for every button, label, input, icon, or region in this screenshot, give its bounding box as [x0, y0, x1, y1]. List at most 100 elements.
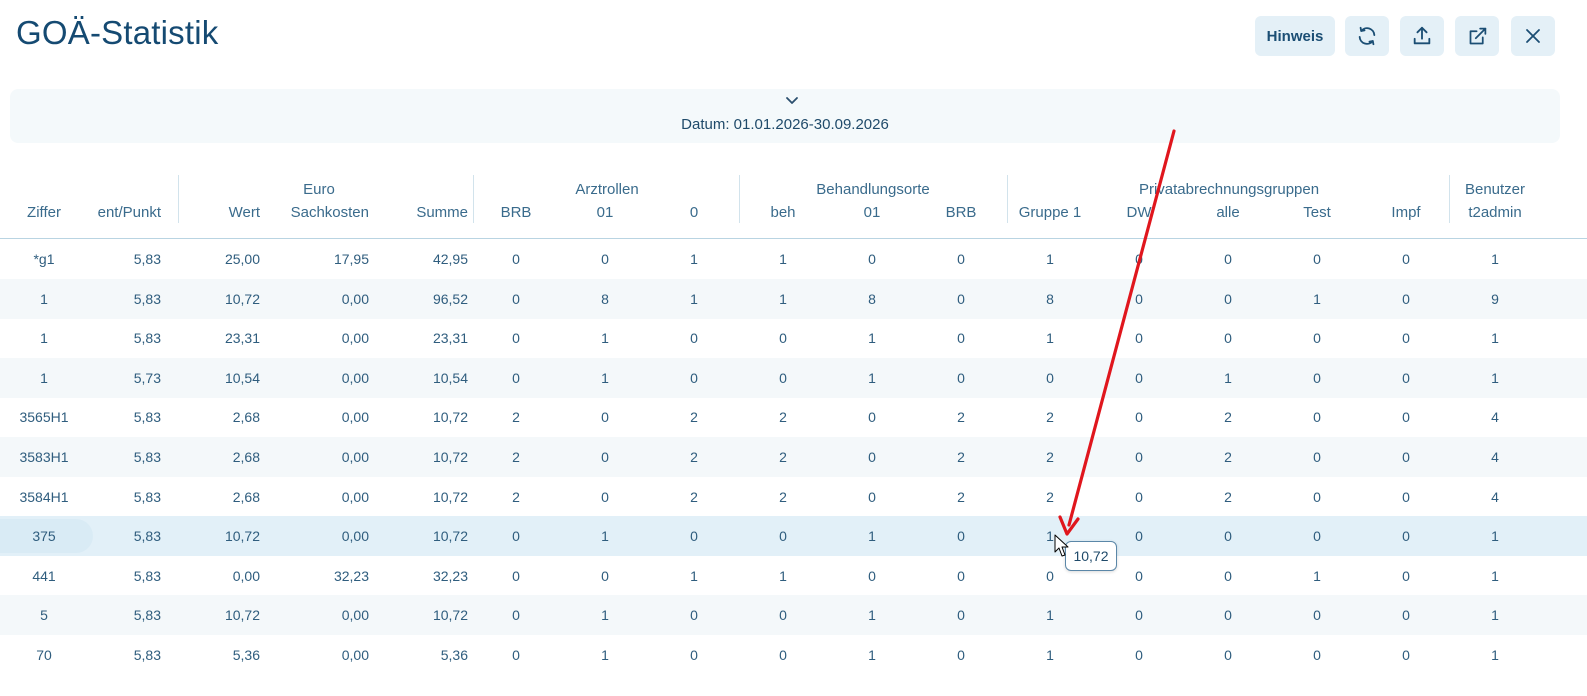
table-cell[interactable]: 1 — [0, 358, 94, 398]
table-cell[interactable]: 0 — [555, 477, 655, 517]
table-cell[interactable]: 0 — [1089, 397, 1189, 437]
table-cell[interactable]: 0 — [1000, 358, 1100, 398]
table-cell[interactable]: 0 — [555, 437, 655, 477]
column-header[interactable]: t2admin — [1445, 204, 1545, 221]
table-cell[interactable]: 2 — [1000, 397, 1100, 437]
table-cell[interactable]: 0,00 — [342, 279, 369, 319]
table-cell[interactable]: 10,72 — [225, 516, 260, 556]
table-cell[interactable]: 0 — [822, 239, 922, 279]
table-cell[interactable]: 1 — [1000, 318, 1100, 358]
table-cell[interactable]: 0 — [1089, 318, 1189, 358]
table-cell[interactable]: 2,68 — [233, 477, 260, 517]
table-row[interactable]: 1 5,83 10,72 0,00 96,52 0 8 1 1 8 0 8 0 0 1 0 9 — [0, 278, 1587, 319]
table-cell[interactable]: 0 — [1178, 516, 1278, 556]
table-cell[interactable]: 0 — [1356, 397, 1456, 437]
table-cell[interactable]: 0,00 — [342, 635, 369, 675]
table-cell[interactable]: 0 — [644, 635, 744, 675]
column-header[interactable]: beh — [733, 204, 833, 221]
table-cell[interactable]: 0 — [733, 516, 833, 556]
table-row[interactable]: 375 5,83 10,72 0,00 10,72 0 1 0 0 1 0 1 0 0 0 0 1 — [0, 516, 1587, 557]
table-cell[interactable]: 0 — [1356, 635, 1456, 675]
table-cell[interactable]: 0 — [822, 477, 922, 517]
table-cell[interactable]: 70 — [0, 635, 94, 675]
table-cell[interactable]: 0 — [1089, 279, 1189, 319]
chevron-down-icon[interactable] — [784, 93, 800, 107]
table-cell[interactable]: 1 — [1267, 556, 1367, 596]
column-header[interactable]: alle — [1178, 204, 1278, 221]
table-cell[interactable]: 0 — [555, 556, 655, 596]
column-header[interactable]: 01 — [822, 204, 922, 221]
table-cell[interactable]: 0 — [1267, 318, 1367, 358]
table-cell[interactable]: 1 — [1000, 595, 1100, 635]
table-cell[interactable]: 0 — [1178, 318, 1278, 358]
table-cell[interactable]: 2 — [911, 437, 1011, 477]
table-cell[interactable]: 32,23 — [433, 556, 468, 596]
column-header[interactable]: ent/Punkt — [98, 204, 161, 221]
table-cell[interactable]: 2 — [911, 477, 1011, 517]
table-cell[interactable]: 2 — [466, 397, 566, 437]
table-cell[interactable]: 5,83 — [134, 635, 161, 675]
table-cell[interactable]: 0 — [466, 239, 566, 279]
table-cell[interactable]: 1 — [1445, 595, 1545, 635]
table-row[interactable]: 441 5,83 0,00 32,23 32,23 0 0 1 1 0 0 0 0 0 1 0 1 — [0, 556, 1587, 596]
table-cell[interactable]: 0 — [1356, 516, 1456, 556]
table-cell[interactable]: 5 — [0, 595, 94, 635]
table-cell[interactable]: 23,31 — [433, 318, 468, 358]
table-cell[interactable]: 10,72 — [225, 279, 260, 319]
column-header[interactable]: Wert — [229, 204, 260, 221]
table-cell[interactable]: 4 — [1445, 397, 1545, 437]
table-cell[interactable]: 1 — [1000, 635, 1100, 675]
table-cell[interactable]: 0 — [733, 595, 833, 635]
export-button[interactable] — [1400, 16, 1444, 56]
table-cell[interactable]: 0 — [1178, 279, 1278, 319]
table-cell[interactable]: 23,31 — [225, 318, 260, 358]
table-cell[interactable]: 0 — [644, 318, 744, 358]
table-cell[interactable]: 3565H1 — [0, 397, 94, 437]
table-cell[interactable]: 0 — [911, 239, 1011, 279]
table-cell[interactable]: 10,72 — [433, 437, 468, 477]
table-cell[interactable]: 0 — [1178, 239, 1278, 279]
table-cell[interactable]: 0 — [644, 358, 744, 398]
table-row[interactable]: 1 5,73 10,54 0,00 10,54 0 1 0 0 1 0 0 0 1 0 0 1 — [0, 357, 1587, 398]
table-cell[interactable]: 0,00 — [342, 397, 369, 437]
table-cell[interactable]: 2,68 — [233, 437, 260, 477]
table-cell[interactable]: 0 — [733, 358, 833, 398]
column-header[interactable]: Test — [1267, 204, 1367, 221]
table-cell[interactable]: 1 — [733, 279, 833, 319]
table-cell[interactable]: 2 — [1000, 437, 1100, 477]
column-header[interactable]: 01 — [555, 204, 655, 221]
table-cell[interactable]: 0 — [1267, 239, 1367, 279]
table-cell[interactable]: 2 — [1178, 397, 1278, 437]
column-header[interactable]: Ziffer — [0, 204, 94, 221]
table-cell[interactable]: 0 — [911, 516, 1011, 556]
refresh-button[interactable] — [1345, 16, 1389, 56]
table-cell[interactable]: 0,00 — [342, 477, 369, 517]
table-row[interactable]: *g1 5,83 25,00 17,95 42,95 0 0 1 1 0 0 1 0 0 0 0 1 — [0, 239, 1587, 279]
column-header[interactable]: Impf — [1356, 204, 1456, 221]
table-cell[interactable]: 0 — [1267, 595, 1367, 635]
table-cell[interactable]: 0 — [911, 635, 1011, 675]
table-cell[interactable]: 2 — [644, 477, 744, 517]
table-cell[interactable]: 5,83 — [134, 477, 161, 517]
column-header[interactable]: 0 — [644, 204, 744, 221]
table-cell[interactable]: 0 — [1356, 358, 1456, 398]
table-cell[interactable]: 0,00 — [233, 556, 260, 596]
table-row[interactable]: 1 5,83 23,31 0,00 23,31 0 1 0 0 1 0 1 0 0 0 0 1 — [0, 318, 1587, 358]
table-cell[interactable]: 2 — [733, 477, 833, 517]
table-cell[interactable]: 0 — [1267, 516, 1367, 556]
open-external-button[interactable] — [1455, 16, 1499, 56]
column-header[interactable]: Sachkosten — [291, 204, 369, 221]
table-cell[interactable]: 5,83 — [134, 397, 161, 437]
table-cell[interactable]: 0,00 — [342, 595, 369, 635]
table-cell[interactable]: 2 — [644, 397, 744, 437]
table-cell[interactable]: 0,00 — [342, 516, 369, 556]
table-cell[interactable]: 1 — [1178, 358, 1278, 398]
table-cell[interactable]: 0 — [644, 516, 744, 556]
table-cell[interactable]: 32,23 — [334, 556, 369, 596]
table-cell[interactable]: 2 — [466, 437, 566, 477]
hint-button[interactable]: Hinweis — [1255, 16, 1335, 56]
table-cell[interactable]: 375 — [0, 516, 94, 556]
table-row[interactable]: 3565H1 5,83 2,68 0,00 10,72 2 0 2 2 0 2 2 0 2 0 0 4 — [0, 397, 1587, 437]
table-cell[interactable]: 0 — [555, 397, 655, 437]
table-cell[interactable]: 2 — [733, 437, 833, 477]
